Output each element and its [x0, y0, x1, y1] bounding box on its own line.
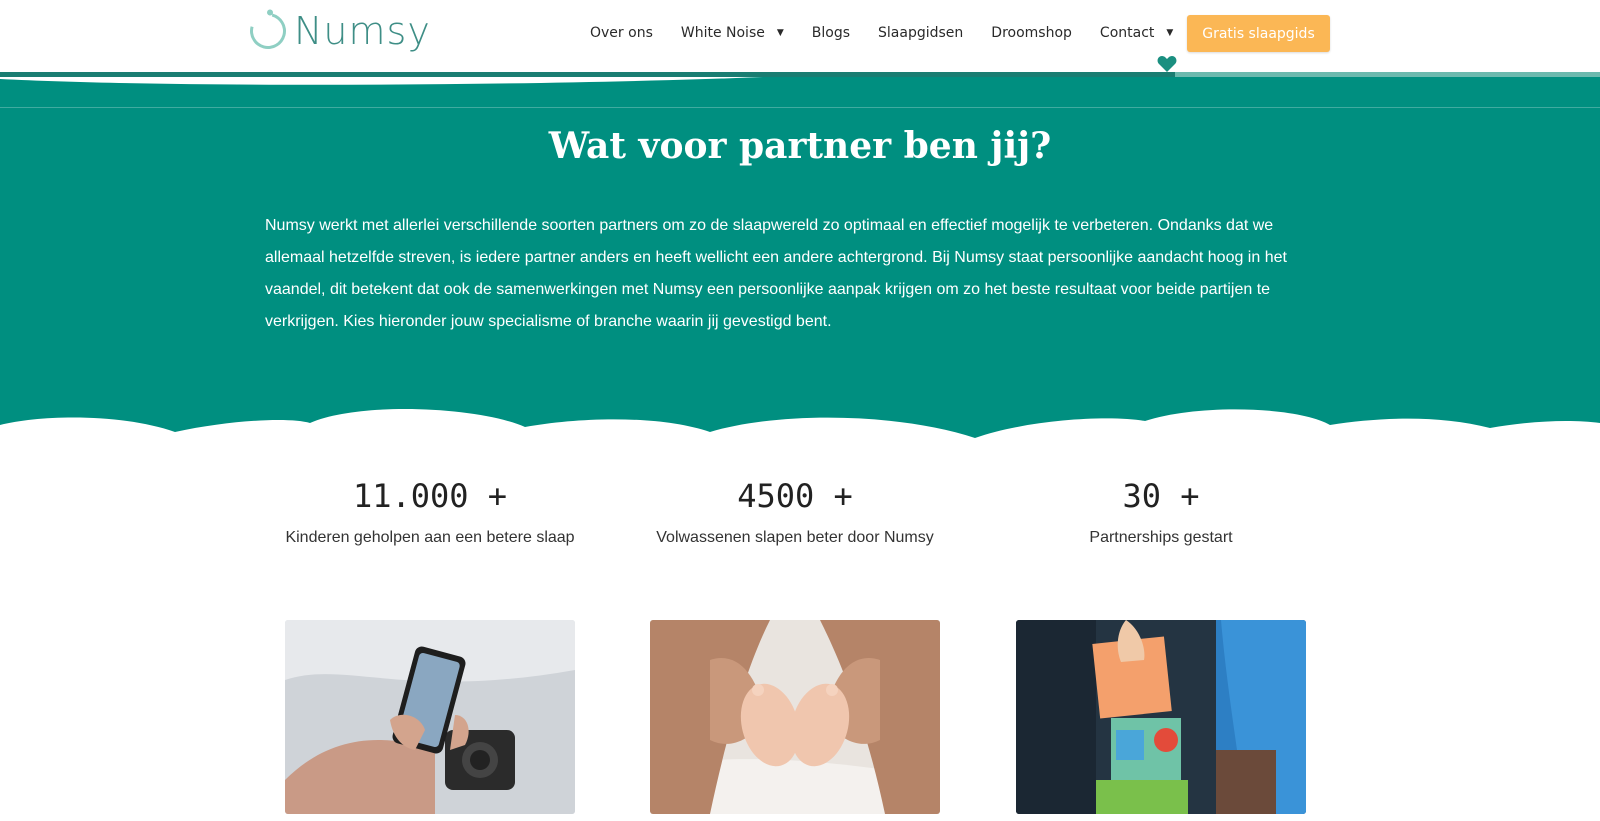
- partner-card-blocks[interactable]: [1016, 620, 1306, 814]
- nav-item-blogs[interactable]: Blogs: [812, 25, 850, 41]
- intro-paragraph: Numsy werkt met allerlei verschillende s…: [265, 217, 1287, 330]
- heart-icon: [1157, 56, 1177, 72]
- page-title: Wat voor partner ben jij?: [548, 125, 1052, 167]
- stat-number: 4500 +: [737, 477, 853, 515]
- moon-logo-icon: [243, 6, 293, 56]
- caret-down-icon: ▼: [776, 28, 784, 38]
- stat-label: Kinderen geholpen aan een betere slaap: [285, 529, 575, 546]
- nav-label: Droomshop: [991, 25, 1072, 41]
- cloud-divider: [0, 409, 1600, 450]
- nav-item-droomshop[interactable]: Droomshop: [991, 25, 1072, 41]
- nav-item-over-ons[interactable]: Over ons: [590, 25, 653, 41]
- nav-item-white-noise[interactable]: White Noise ▼: [681, 25, 784, 41]
- nav-label: White Noise: [680, 25, 765, 41]
- partner-card-baby[interactable]: [650, 620, 940, 814]
- caret-down-icon: ▼: [1166, 28, 1174, 38]
- phone-in-hands-photo: [285, 620, 575, 814]
- logo[interactable]: Numsy: [243, 6, 431, 56]
- stat-partnerships: 30 + Partnerships gestart: [991, 474, 1331, 547]
- partner-card-phone[interactable]: [285, 620, 575, 814]
- nav-label: Slaapgidsen: [878, 25, 964, 41]
- nav-label: Blogs: [811, 25, 851, 41]
- stat-label: Partnerships gestart: [1089, 529, 1233, 546]
- free-sleep-guide-button[interactable]: Gratis slaapgids: [1187, 15, 1330, 52]
- stat-number: 11.000 +: [352, 477, 508, 515]
- stat-adults: 4500 + Volwassenen slapen beter door Num…: [625, 474, 965, 547]
- stat-label: Volwassenen slapen beter door Numsy: [656, 529, 934, 546]
- site-header: Numsy Over ons White Noise ▼ Blogs Slaapg…: [0, 0, 1600, 73]
- nav-item-contact[interactable]: Contact ▼: [1100, 25, 1173, 41]
- logo-text: Numsy: [294, 9, 431, 53]
- nav-item-slaapgidsen[interactable]: Slaapgidsen: [878, 25, 963, 41]
- stat-number: 30 +: [1122, 477, 1200, 515]
- hero-divider: [0, 107, 1600, 108]
- stat-children: 11.000 + Kinderen geholpen aan een beter…: [260, 474, 600, 547]
- decorative-swoosh: [0, 77, 764, 85]
- nav-label: Contact: [1099, 25, 1155, 41]
- main-nav: Over ons White Noise ▼ Blogs Slaapgidsen …: [590, 0, 1201, 66]
- toy-blocks-photo: [1016, 620, 1306, 814]
- nav-label: Over ons: [590, 25, 653, 41]
- hero-section: Wat voor partner ben jij? Numsy werkt me…: [0, 77, 1600, 447]
- baby-feet-in-hands-photo: [650, 620, 940, 814]
